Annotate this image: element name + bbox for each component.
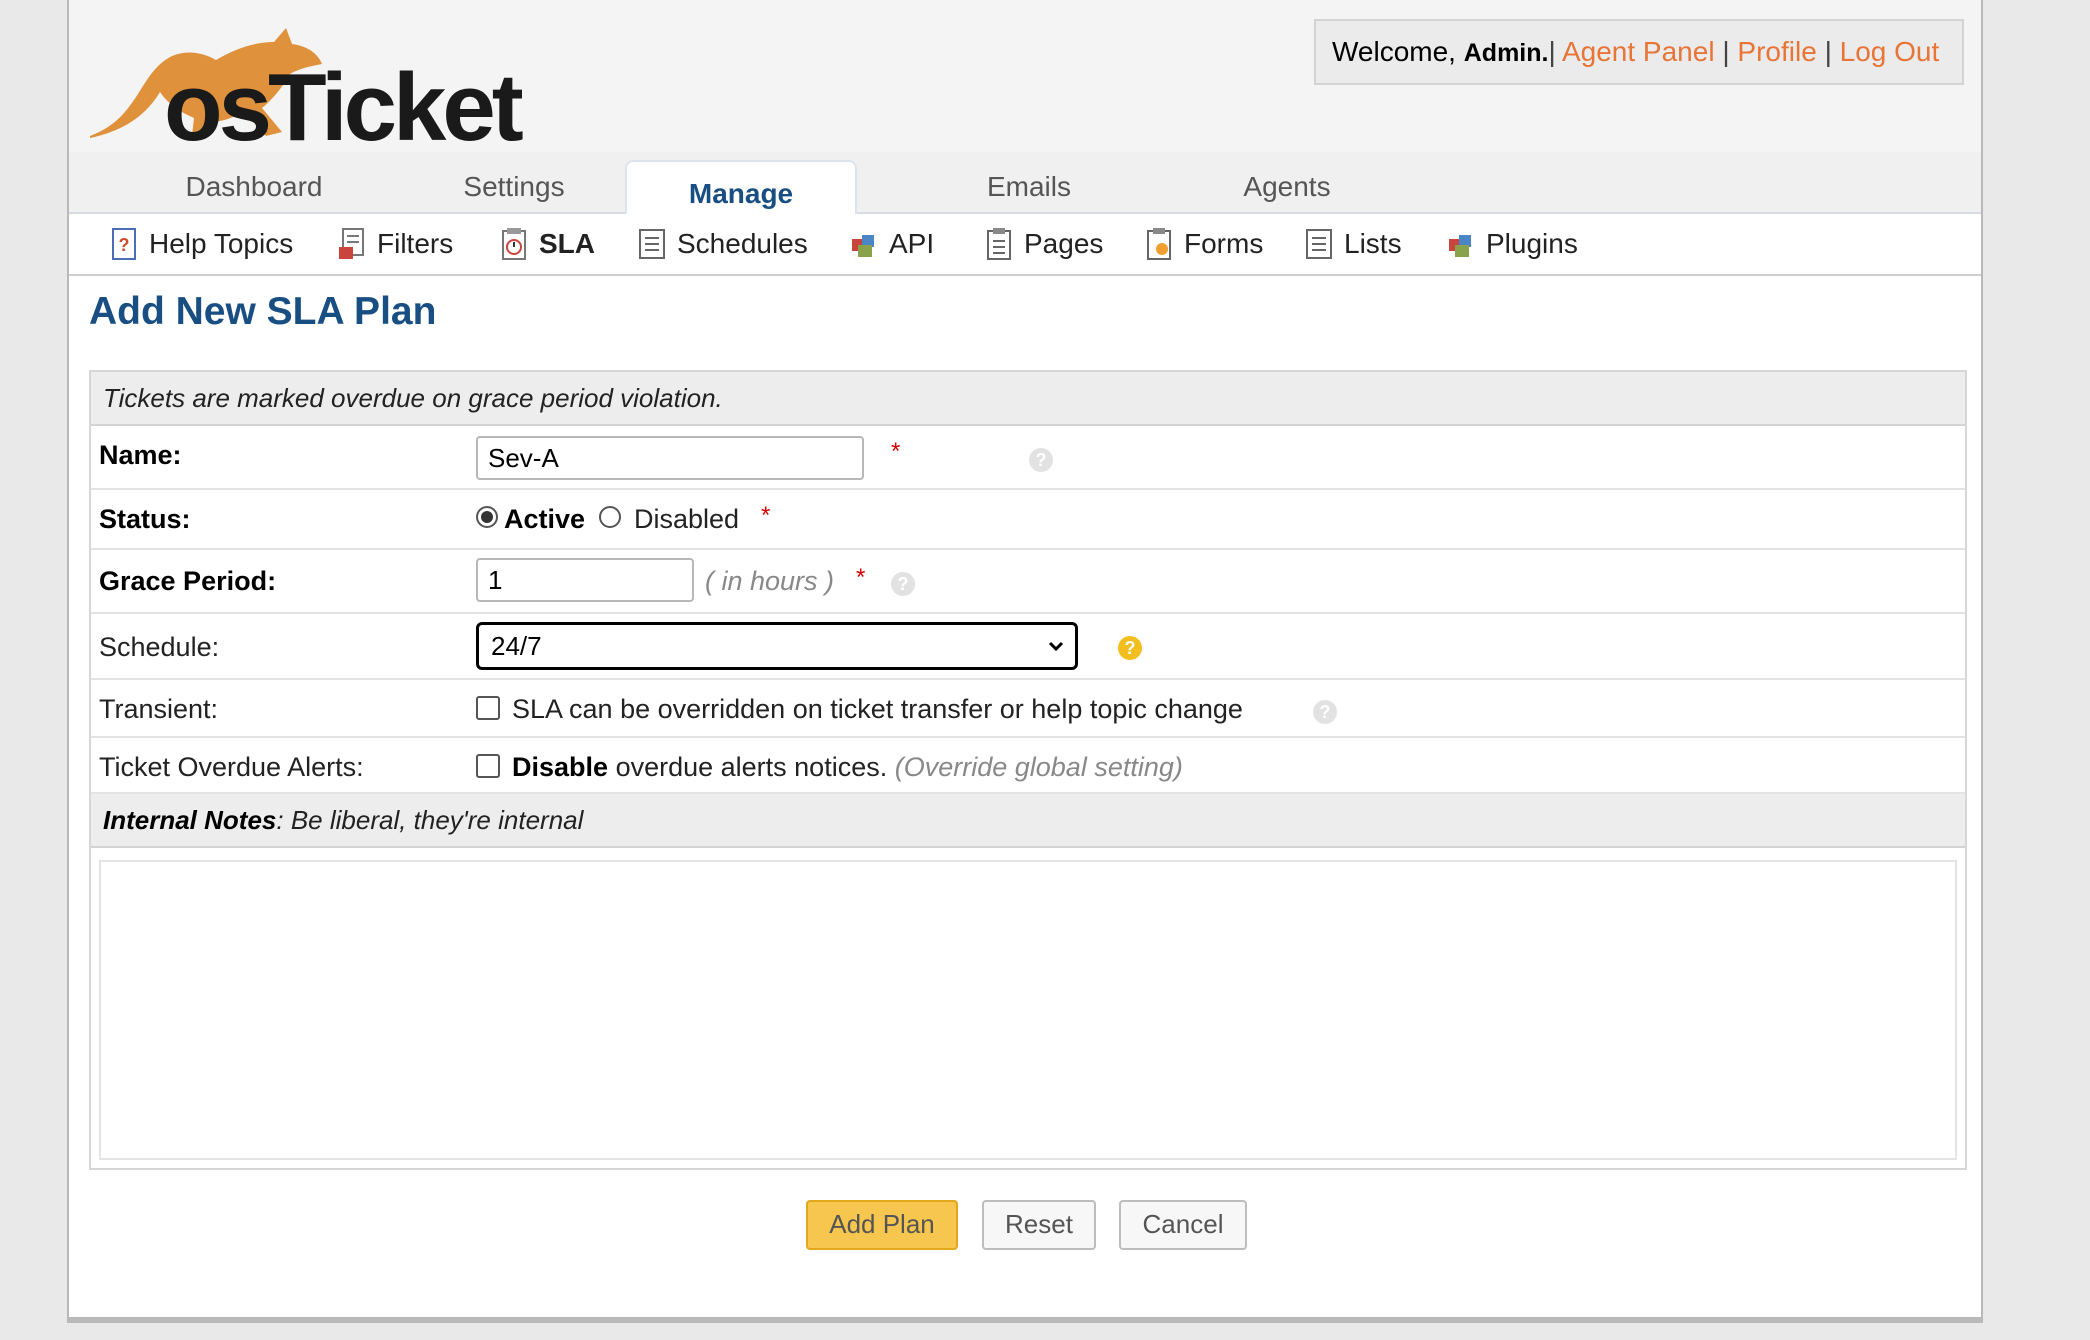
subnav-item-forms[interactable]: Forms [1144,224,1263,264]
sla-icon [502,228,526,260]
subnav-item-help-topics[interactable]: ? Help Topics [109,224,293,264]
name-help-icon[interactable]: ? [1029,448,1053,472]
schedules-icon [639,229,665,259]
grace-period-hint: ( in hours ) [705,566,835,596]
subnav-item-pages[interactable]: Pages [984,224,1103,264]
filters-icon [339,228,364,259]
user-name: Admin. [1463,39,1549,67]
welcome-text: Welcome, [1332,36,1456,67]
pages-icon [987,228,1011,260]
schedule-help-icon[interactable]: ? [1118,636,1142,660]
svg-text:?: ? [119,235,130,255]
grace-required-marker: * [856,564,866,591]
subnav-item-lists[interactable]: Lists [1304,224,1402,264]
page-title: Add New SLA Plan [89,290,437,333]
internal-notes-textarea[interactable] [99,860,1957,1160]
name-input[interactable]: Sev-A [476,436,864,480]
row-grace-period: Grace Period: 1 ( in hours ) * ? [91,550,1965,614]
osticket-logo[interactable]: osTicket [86,8,566,144]
svg-text:osTicket: osTicket [164,54,523,144]
help-topics-icon: ? [112,228,136,260]
grace-period-input[interactable]: 1 [476,558,694,602]
transient-text: SLA can be overridden on ticket transfer… [512,694,1243,724]
status-disabled-radio[interactable] [599,506,621,528]
grace-help-icon[interactable]: ? [891,572,915,596]
overdue-alerts-checkbox[interactable] [476,754,500,778]
name-label: Name: [99,440,182,470]
transient-checkbox[interactable] [476,696,500,720]
subnav-item-plugins[interactable]: Plugins [1446,224,1578,264]
internal-notes-header: Internal Notes: Be liberal, they're inte… [91,794,1965,848]
form-header-note: Tickets are marked overdue on grace peri… [91,372,1965,426]
main-nav: Dashboard Settings Manage Emails Agents [69,152,1981,224]
grace-period-label: Grace Period: [99,566,277,596]
status-active-label: Active [504,504,586,534]
row-overdue-alerts: Ticket Overdue Alerts: Disable overdue a… [91,738,1965,794]
header: osTicket Welcome, Admin.| Agent Panel | … [69,0,1981,152]
overdue-alerts-label: Ticket Overdue Alerts: [99,752,364,782]
status-required-marker: * [761,502,771,529]
row-status: Status: Active Disabled * [91,490,1965,550]
subnav-item-sla[interactable]: SLA [499,224,595,264]
reset-button[interactable]: Reset [982,1200,1096,1250]
tab-dashboard[interactable]: Dashboard [149,152,359,214]
api-icon [852,235,874,257]
subnav-item-schedules[interactable]: Schedules [637,224,808,264]
transient-label: Transient: [99,694,219,724]
subnav-item-filters[interactable]: Filters [337,224,453,264]
logout-link[interactable]: Log Out [1840,36,1940,67]
row-transient: Transient: SLA can be overridden on tick… [91,680,1965,738]
subnav-item-api[interactable]: API [849,224,934,264]
status-disabled-label: Disabled [634,504,740,534]
cancel-button[interactable]: Cancel [1119,1200,1247,1250]
lists-icon [1306,229,1332,259]
row-schedule: Schedule: 24/7 ? [91,614,1965,680]
forms-icon [1147,228,1171,260]
profile-link[interactable]: Profile [1737,36,1816,67]
status-label: Status: [99,504,191,534]
sub-nav: ? Help Topics Filters SLA Schedules API … [69,214,1981,276]
transient-help-icon[interactable]: ? [1313,700,1337,724]
user-info-bar: Welcome, Admin.| Agent Panel | Profile |… [1314,19,1964,85]
row-name: Name: Sev-A * ? [91,426,1965,490]
add-plan-button[interactable]: Add Plan [806,1200,958,1250]
chevron-down-icon [1048,641,1064,652]
tab-agents[interactable]: Agents [1182,152,1392,214]
name-required-marker: * [891,438,901,465]
page-container: osTicket Welcome, Admin.| Agent Panel | … [67,0,1983,1323]
tab-settings[interactable]: Settings [409,152,619,214]
status-active-radio[interactable] [476,506,498,528]
agent-panel-link[interactable]: Agent Panel [1562,36,1715,67]
sla-form: Tickets are marked overdue on grace peri… [89,370,1967,1170]
schedule-label: Schedule: [99,632,220,662]
overdue-alerts-text: Disable overdue alerts notices. (Overrid… [512,752,1183,782]
schedule-select[interactable]: 24/7 [476,622,1078,670]
tab-emails[interactable]: Emails [924,152,1134,214]
schedule-selected-value: 24/7 [491,631,542,661]
plugins-icon [1449,235,1471,257]
